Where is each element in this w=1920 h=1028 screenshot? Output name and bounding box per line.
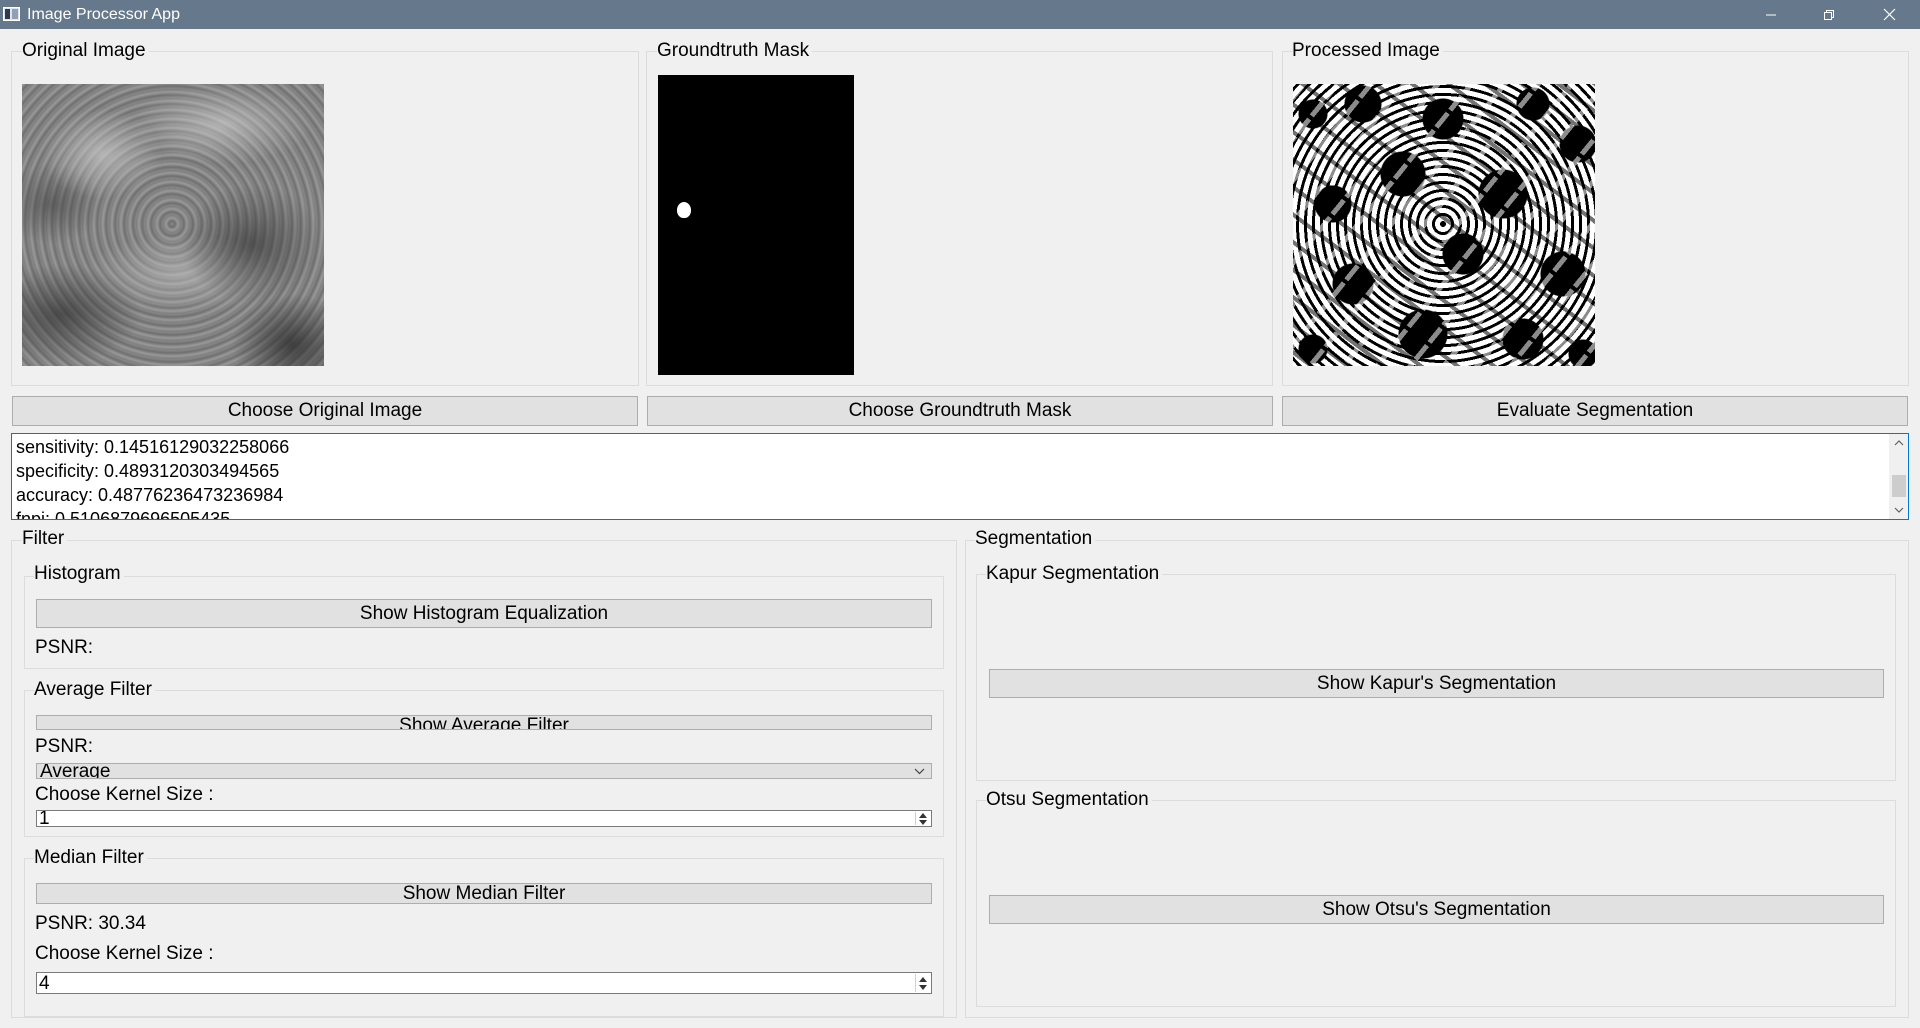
median-kernel-stepper[interactable]	[915, 974, 930, 992]
original-image-label: Original Image	[22, 40, 149, 62]
average-filter-label: Average Filter	[34, 679, 155, 701]
kapur-segmentation-label: Kapur Segmentation	[986, 563, 1163, 585]
show-otsu-segmentation-button[interactable]: Show Otsu's Segmentation	[989, 895, 1884, 924]
median-kernel-value: 4	[39, 973, 50, 994]
results-textbox[interactable]: sensitivity: 0.14516129032258066 specifi…	[11, 433, 1909, 520]
histogram-psnr: PSNR:	[35, 637, 94, 658]
chevron-down-icon	[914, 768, 925, 775]
median-filter-label: Median Filter	[34, 847, 147, 869]
spin-down-icon[interactable]	[919, 820, 927, 825]
results-scrollbar[interactable]	[1889, 434, 1908, 519]
average-kernel-stepper[interactable]	[915, 812, 930, 825]
spin-up-icon[interactable]	[919, 977, 927, 982]
average-filter-psnr: PSNR:	[35, 736, 94, 757]
histogram-label: Histogram	[34, 563, 124, 585]
restore-button[interactable]	[1800, 0, 1858, 29]
processed-image-label: Processed Image	[1292, 40, 1443, 62]
show-histogram-equalization-button[interactable]: Show Histogram Equalization	[36, 599, 932, 628]
choose-groundtruth-mask-button[interactable]: Choose Groundtruth Mask	[647, 396, 1273, 426]
result-accuracy: accuracy: 0.48776236473236984	[16, 485, 284, 505]
title-bar[interactable]: Image Processor App	[0, 0, 1920, 29]
filter-label: Filter	[22, 528, 68, 550]
restore-icon	[1824, 9, 1834, 20]
result-sensitivity: sensitivity: 0.14516129032258066	[16, 437, 290, 457]
average-kernel-label: Choose Kernel Size :	[35, 784, 214, 805]
mask-lesion-spot	[677, 202, 691, 218]
choose-original-image-button[interactable]: Choose Original Image	[12, 396, 638, 426]
show-average-filter-button[interactable]: Show Average Filter	[36, 715, 932, 730]
scroll-down-icon[interactable]	[1889, 501, 1908, 519]
show-kapur-segmentation-button[interactable]: Show Kapur's Segmentation	[989, 669, 1884, 698]
filter-type-dropdown[interactable]: Average	[36, 763, 932, 779]
close-button[interactable]	[1858, 0, 1920, 29]
minimize-icon	[1766, 14, 1776, 15]
groundtruth-mask-label: Groundtruth Mask	[657, 40, 813, 62]
scroll-up-icon[interactable]	[1889, 434, 1908, 452]
otsu-segmentation-label: Otsu Segmentation	[986, 789, 1152, 811]
groundtruth-mask-image	[658, 75, 854, 375]
spin-up-icon[interactable]	[919, 813, 927, 818]
scrollbar-thumb[interactable]	[1892, 475, 1906, 497]
filter-type-value: Average	[40, 763, 111, 779]
median-filter-psnr: PSNR: 30.34	[35, 913, 146, 934]
processed-image-texture	[1293, 84, 1595, 366]
window-title: Image Processor App	[27, 6, 180, 23]
segmentation-label: Segmentation	[975, 528, 1096, 550]
result-fnpi: fnpi: 0.5106879696505435	[16, 509, 231, 520]
original-image	[22, 84, 324, 366]
median-kernel-label: Choose Kernel Size :	[35, 943, 214, 964]
evaluate-segmentation-button[interactable]: Evaluate Segmentation	[1282, 396, 1908, 426]
median-kernel-spinbox[interactable]: 4	[36, 972, 932, 994]
close-icon	[1883, 8, 1895, 21]
spin-down-icon[interactable]	[919, 985, 927, 990]
minimize-button[interactable]	[1742, 0, 1800, 29]
average-kernel-value: 1	[39, 810, 50, 827]
result-specificity: specificity: 0.4893120303494565	[16, 461, 280, 481]
show-median-filter-button[interactable]: Show Median Filter	[36, 883, 932, 904]
average-kernel-spinbox[interactable]: 1	[36, 810, 932, 827]
app-icon	[3, 7, 20, 21]
